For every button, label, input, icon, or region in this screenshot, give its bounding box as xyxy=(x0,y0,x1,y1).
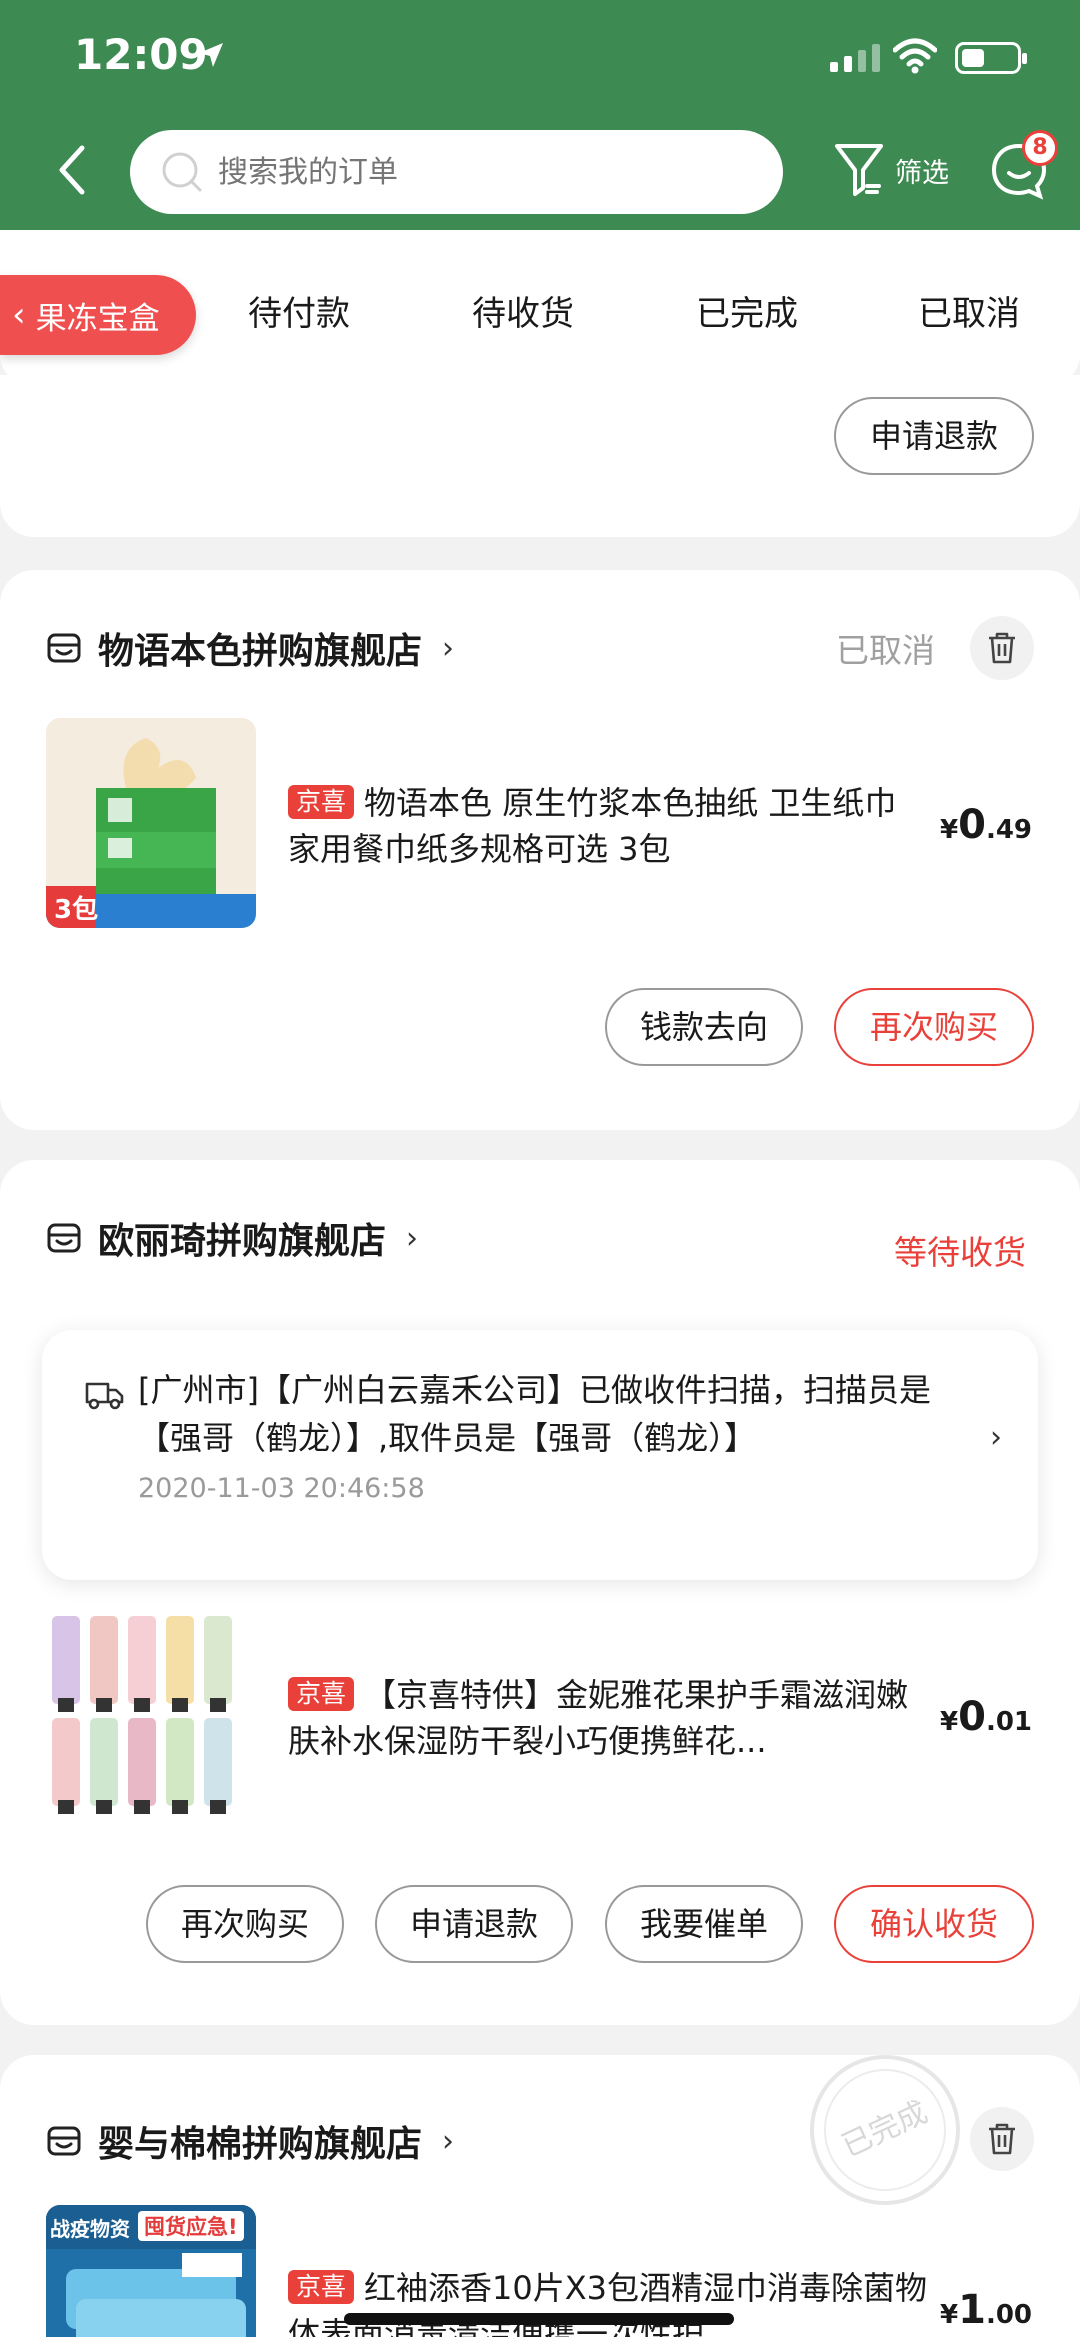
tab-pending-payment[interactable]: 待付款 xyxy=(248,286,350,335)
store-icon xyxy=(47,1223,81,1253)
store-header[interactable]: 物语本色拼购旗舰店 › xyxy=(46,622,454,674)
price-symbol: ¥ xyxy=(940,2300,959,2330)
battery-icon xyxy=(955,42,1027,74)
back-arrow-icon[interactable] xyxy=(52,140,92,200)
price-integer: 1 xyxy=(958,2287,986,2333)
back-to-app-pill[interactable]: ‹ 果冻宝盒 xyxy=(0,275,196,355)
filter-button[interactable]: 筛选 xyxy=(833,140,949,200)
product-price: ¥0.49 xyxy=(940,802,1032,848)
product-price: ¥0.01 xyxy=(940,1694,1032,1740)
tracking-card[interactable]: [广州市]【广州白云嘉禾公司】已做收件扫描，扫描员是【强哥（鹤龙）】,取件员是【… xyxy=(42,1330,1038,1580)
product-thumbnail[interactable] xyxy=(46,1610,256,1820)
tissue-product-image: 3包 xyxy=(46,718,256,928)
filter-label: 筛选 xyxy=(895,157,949,189)
price-decimal: .49 xyxy=(985,815,1032,845)
status-time: 12:09 xyxy=(74,30,208,79)
search-box[interactable] xyxy=(130,130,783,214)
tracking-text: [广州市]【广州白云嘉禾公司】已做收件扫描，扫描员是【强哥（鹤龙）】,取件员是【… xyxy=(138,1371,931,1457)
store-name: 婴与棉棉拼购旗舰店 xyxy=(98,2124,423,2165)
price-symbol: ¥ xyxy=(940,1707,959,1737)
order-status: 已取消 xyxy=(836,631,935,670)
home-indicator[interactable] xyxy=(344,2313,734,2325)
header-bar: 12:09 筛选 8 xyxy=(0,0,1080,230)
store-header[interactable]: 欧丽琦拼购旗舰店 › xyxy=(46,1212,418,1264)
product-thumbnail[interactable]: 战疫物资 囤货应急! xyxy=(46,2205,256,2337)
thumb-banner-right: 囤货应急! xyxy=(138,2211,244,2241)
chevron-right-icon: › xyxy=(442,2123,455,2159)
refund-button[interactable]: 申请退款 xyxy=(375,1885,573,1963)
product-title-text: 【京喜特供】金妮雅花果护手霜滋润嫩肤补水保湿防干裂小巧便携鲜花... xyxy=(288,1676,909,1760)
wipes-product-image xyxy=(66,2253,246,2337)
signal-icon xyxy=(830,44,880,72)
hand-cream-product-image xyxy=(46,1610,256,1820)
back-to-app-label: 果冻宝盒 xyxy=(35,300,160,337)
jingxi-tag: 京喜 xyxy=(288,2270,355,2304)
product-price: ¥1.00 xyxy=(940,2287,1032,2333)
truck-icon xyxy=(85,1382,124,1410)
price-integer: 0 xyxy=(958,802,986,848)
price-decimal: .01 xyxy=(985,1707,1032,1737)
filter-funnel-icon xyxy=(835,144,883,196)
svg-text:3包: 3包 xyxy=(54,894,98,925)
thumb-banner-left: 战疫物资 xyxy=(50,2217,130,2241)
jingxi-tag: 京喜 xyxy=(288,785,355,819)
money-trace-button[interactable]: 钱款去向 xyxy=(605,988,803,1066)
store-name: 物语本色拼购旗舰店 xyxy=(98,631,423,672)
search-icon xyxy=(162,152,202,192)
product-title-text: 红袖添香10片X3包酒精湿巾消毒除菌物体表面消毒清洁便携一次性护 xyxy=(288,2269,928,2337)
buy-again-button[interactable]: 再次购买 xyxy=(146,1885,344,1963)
trash-icon xyxy=(989,632,1015,664)
store-icon xyxy=(47,2126,81,2156)
buy-again-button[interactable]: 再次购买 xyxy=(834,988,1034,1066)
tracking-time: 2020-11-03 20:46:58 xyxy=(138,1473,425,1504)
order-status: 等待收货 xyxy=(894,1233,1026,1272)
chevron-right-icon: › xyxy=(406,1220,419,1256)
delete-order-button[interactable] xyxy=(970,616,1034,680)
order-card: 欧丽琦拼购旗舰店 › 等待收货 [广州市]【广州白云嘉禾公司】已做收件扫描，扫描… xyxy=(0,1160,1080,2025)
confirm-receipt-button[interactable]: 确认收货 xyxy=(834,1885,1034,1963)
store-name: 欧丽琦拼购旗舰店 xyxy=(98,1221,387,1262)
product-title-text: 物语本色 原生竹浆本色抽纸 卫生纸巾 家用餐巾纸多规格可选 3包 xyxy=(288,784,897,868)
store-icon xyxy=(47,633,81,663)
price-symbol: ¥ xyxy=(940,815,959,845)
tab-pending-receipt[interactable]: 待收货 xyxy=(472,286,574,335)
search-input[interactable] xyxy=(218,154,718,190)
chevron-right-icon: › xyxy=(442,630,455,666)
product-title[interactable]: 京喜 物语本色 原生竹浆本色抽纸 卫生纸巾 家用餐巾纸多规格可选 3包 xyxy=(288,780,928,872)
chevron-right-icon: › xyxy=(990,1420,1002,1455)
price-decimal: .00 xyxy=(985,2300,1032,2330)
product-title[interactable]: 京喜 红袖添香10片X3包酒精湿巾消毒除菌物体表面消毒清洁便携一次性护 xyxy=(288,2265,928,2337)
message-count-badge: 8 xyxy=(1022,130,1058,166)
price-integer: 0 xyxy=(958,1694,986,1740)
order-card: 物语本色拼购旗舰店 › 已取消 3包 京喜 物语本色 原生竹浆本色抽纸 卫生纸巾 … xyxy=(0,570,1080,1130)
store-header[interactable]: 婴与棉棉拼购旗舰店 › xyxy=(46,2115,454,2167)
product-thumbnail[interactable]: 3包 xyxy=(46,718,256,928)
location-arrow-icon xyxy=(199,43,223,67)
trash-icon xyxy=(989,2123,1015,2155)
jingxi-tag: 京喜 xyxy=(288,1677,355,1711)
delete-order-button[interactable] xyxy=(970,2107,1034,2171)
urge-order-button[interactable]: 我要催单 xyxy=(605,1885,803,1963)
tab-cancelled[interactable]: 已取消 xyxy=(918,286,1020,335)
refund-button[interactable]: 申请退款 xyxy=(834,397,1034,475)
chevron-left-icon: ‹ xyxy=(12,295,26,335)
order-card: 申请退款 xyxy=(0,375,1080,537)
product-title[interactable]: 京喜 【京喜特供】金妮雅花果护手霜滋润嫩肤补水保湿防干裂小巧便携鲜花... xyxy=(288,1672,928,1764)
tab-completed[interactable]: 已完成 xyxy=(696,286,798,335)
wifi-icon xyxy=(893,38,937,74)
